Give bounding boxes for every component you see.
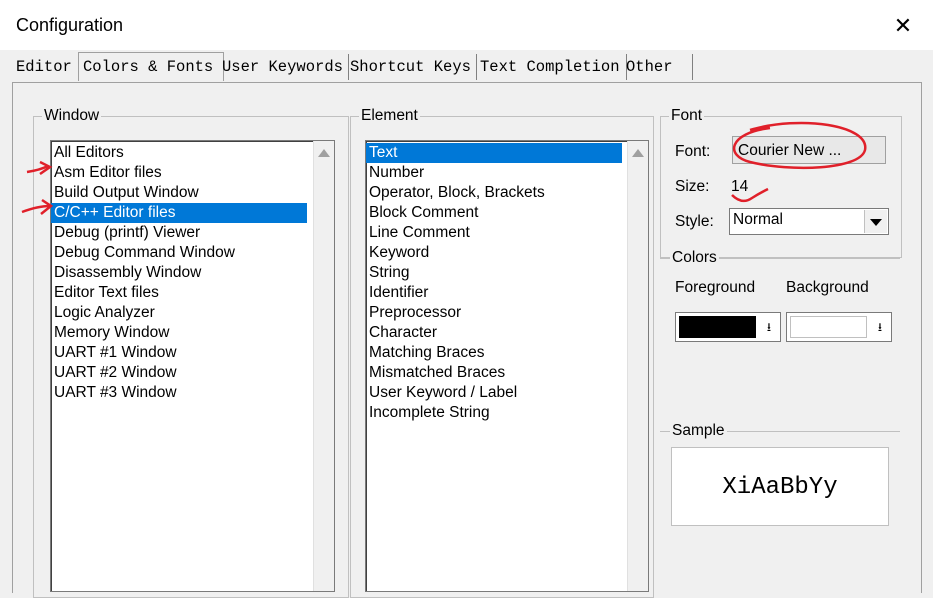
- red-arrow-cpp: [21, 198, 54, 215]
- red-circle-font: [732, 121, 867, 170]
- annotation-overlay: [21, 121, 867, 215]
- red-arrow-asm: [26, 160, 53, 176]
- red-check-size: [731, 187, 769, 203]
